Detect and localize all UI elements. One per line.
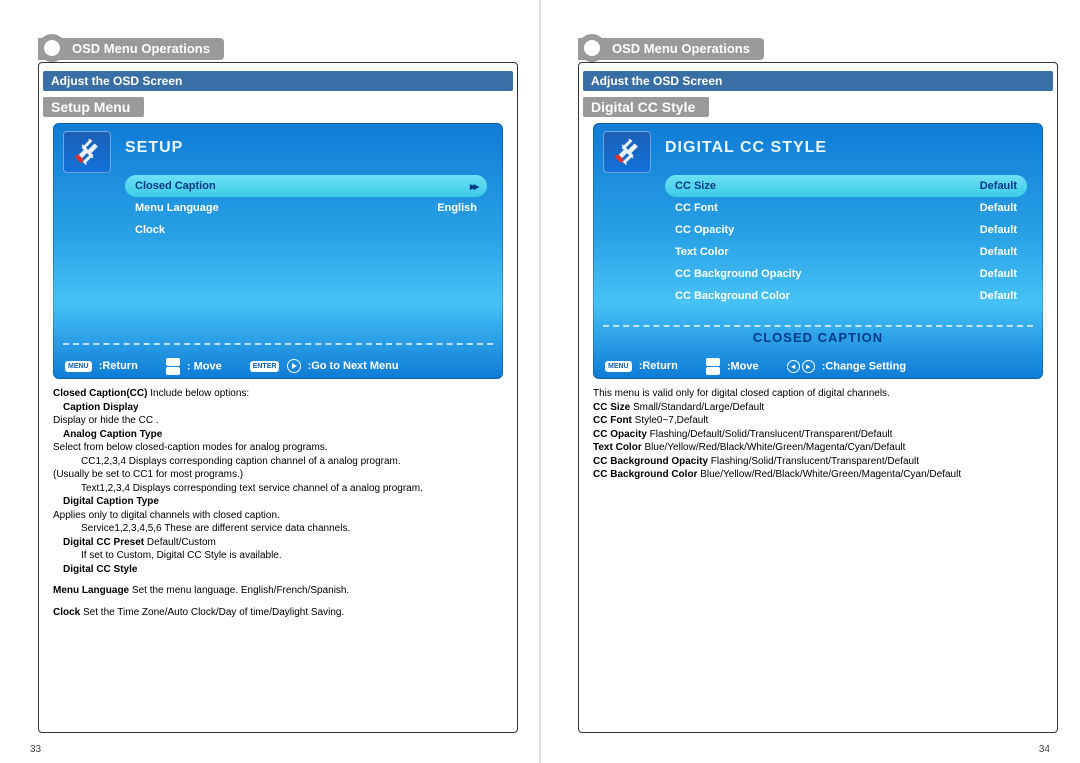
osd-row-value: Default [980, 290, 1017, 302]
tab-circle-decor [38, 34, 66, 62]
osd-row-value: Default [980, 224, 1017, 236]
osd-row-label: Text Color [675, 246, 729, 258]
osd-row-clock[interactable]: Clock [125, 219, 487, 241]
osd-row-label: CC Background Opacity [675, 268, 802, 280]
chevron-right-icon: ▸▸ [470, 180, 477, 193]
menu-key-icon: MENU [65, 361, 92, 372]
play-icon [287, 359, 301, 373]
osd-heading: DIGITAL CC STYLE [665, 139, 827, 157]
osd-row-value: Default [980, 180, 1017, 192]
setup-icon [63, 131, 111, 173]
osd-row-label: CC Opacity [675, 224, 734, 236]
foot-next: ENTER :Go to Next Menu [250, 359, 399, 373]
osd-footer: MENU :Return : Move ENTER :Go to Next Me… [53, 353, 503, 379]
osd-row-label: CC Size [675, 180, 716, 192]
osd-row-cc-bg-color[interactable]: CC Background Color Default [665, 285, 1027, 307]
osd-row-label: Clock [135, 224, 165, 236]
osd-row-cc-opacity[interactable]: CC Opacity Default [665, 219, 1027, 241]
osd-row-value: Default [980, 268, 1017, 280]
manual-page-left: OSD Menu Operations Adjust the OSD Scree… [0, 0, 540, 763]
enter-key-icon: ENTER [250, 361, 280, 372]
osd-heading: SETUP [125, 139, 183, 157]
osd-screenshot-setup: SETUP Closed Caption ▸▸ Menu Language En… [53, 123, 503, 379]
foot-return: MENU :Return [605, 360, 678, 372]
osd-row-label: CC Background Color [675, 290, 790, 302]
setup-icon [603, 131, 651, 173]
osd-row-closed-caption[interactable]: Closed Caption ▸▸ [125, 175, 487, 197]
osd-row-cc-font[interactable]: CC Font Default [665, 197, 1027, 219]
osd-footer: MENU :Return :Move ◂▸ :Change Setting [593, 353, 1043, 379]
osd-row-text-color[interactable]: Text Color Default [665, 241, 1027, 263]
foot-move: : Move [166, 358, 222, 375]
osd-row-value: English [437, 202, 477, 214]
page-number: 33 [30, 744, 41, 755]
dashed-separator [603, 325, 1033, 327]
section-tab: OSD Menu Operations [38, 38, 510, 60]
osd-row-value: Default [980, 246, 1017, 258]
description-text: This menu is valid only for digital clos… [593, 387, 1043, 482]
section-tab: OSD Menu Operations [578, 38, 1050, 60]
leftright-icon: ◂▸ [787, 360, 815, 373]
osd-row-menu-language[interactable]: Menu Language English [125, 197, 487, 219]
osd-screenshot-digital-cc: DIGITAL CC STYLE CC Size Default CC Font… [593, 123, 1043, 379]
osd-row-label: Closed Caption [135, 180, 216, 192]
updown-icon [706, 358, 720, 375]
foot-change: ◂▸ :Change Setting [787, 360, 906, 373]
subsection-bar: Adjust the OSD Screen [583, 71, 1053, 91]
osd-row-value: Default [980, 202, 1017, 214]
tab-circle-decor [578, 34, 606, 62]
osd-row-cc-size[interactable]: CC Size Default [665, 175, 1027, 197]
dashed-separator [63, 343, 493, 345]
page-fold [539, 0, 541, 763]
description-text: Closed Caption(CC) Include below options… [53, 387, 503, 619]
subsection-bar: Adjust the OSD Screen [43, 71, 513, 91]
osd-bottom-title: CLOSED CAPTION [593, 330, 1043, 345]
osd-row-label: Menu Language [135, 202, 219, 214]
manual-page-right: OSD Menu Operations Adjust the OSD Scree… [540, 0, 1080, 763]
page-number: 34 [1039, 744, 1050, 755]
updown-icon [166, 358, 180, 375]
foot-return: MENU :Return [65, 360, 138, 372]
menu-key-icon: MENU [605, 361, 632, 372]
menu-title: Digital CC Style [583, 97, 709, 117]
menu-title: Setup Menu [43, 97, 144, 117]
page-frame: Adjust the OSD Screen Digital CC Style D… [578, 62, 1058, 733]
page-frame: Adjust the OSD Screen Setup Menu SETUP C… [38, 62, 518, 733]
osd-row-label: CC Font [675, 202, 718, 214]
foot-move: :Move [706, 358, 759, 375]
osd-row-cc-bg-opacity[interactable]: CC Background Opacity Default [665, 263, 1027, 285]
